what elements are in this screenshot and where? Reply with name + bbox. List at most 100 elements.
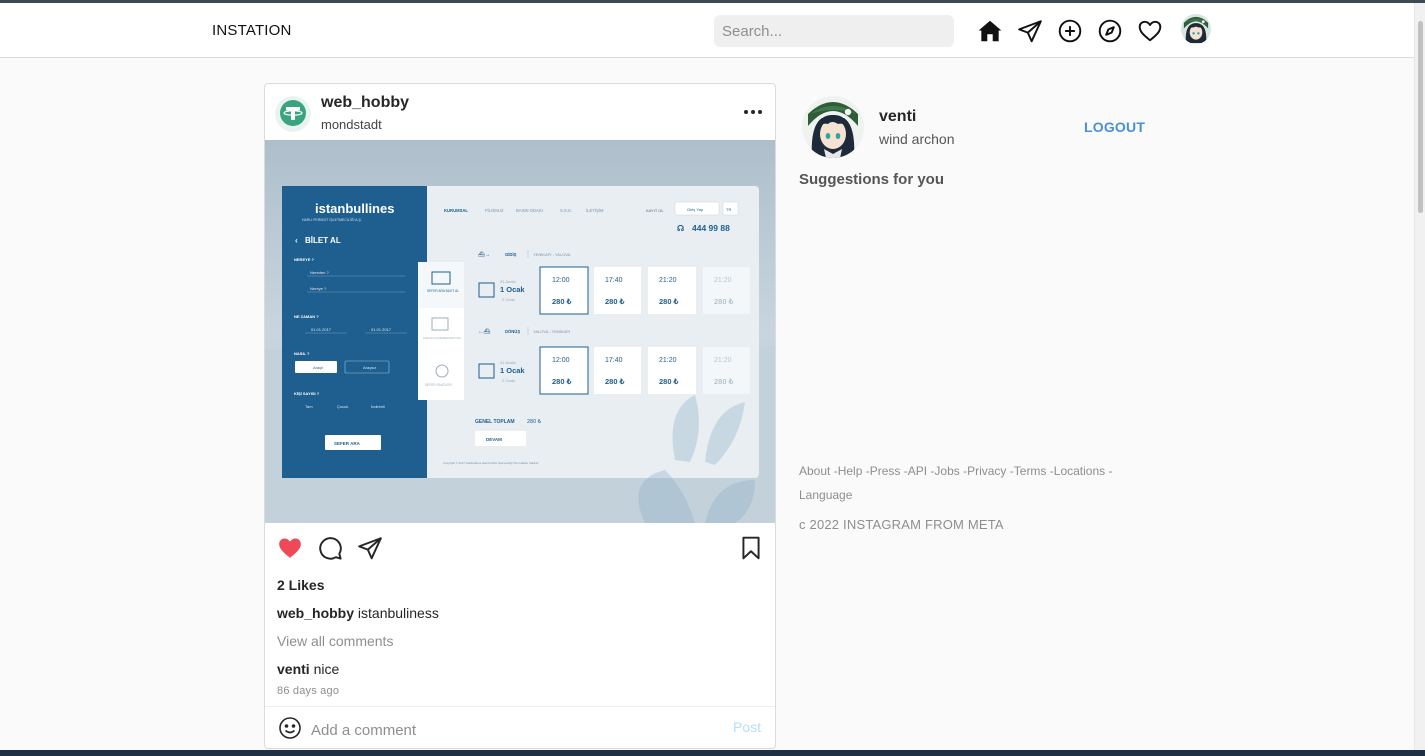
svg-text:280 ₺: 280 ₺ (659, 297, 680, 306)
sidebar-fullname: wind archon (879, 131, 955, 147)
mock-phone: 444 99 88 (692, 223, 730, 233)
footer-link-terms[interactable]: Terms - (1014, 464, 1054, 478)
suggestions-title: Suggestions for you (799, 171, 945, 188)
svg-text:12:00: 12:00 (552, 357, 570, 364)
activity-heart-icon[interactable] (1137, 18, 1163, 44)
footer-link-press[interactable]: Press - (870, 464, 908, 478)
mock-copyright: Copyright © 2017 İstanbullines Harli Fer… (443, 460, 539, 465)
mock-date1: 01.01.2017 (311, 327, 332, 332)
mock-from: Nereden ? (310, 270, 329, 275)
mock-p1: Tam (305, 404, 313, 409)
svg-text:280 ₺: 280 ₺ (552, 297, 573, 306)
mock-tab2: CHECK-IN REZERVASYON (423, 336, 461, 340)
mock-ret-next: 2 Ocak (502, 378, 515, 383)
mock-p3: İndirimli (371, 404, 385, 409)
svg-text:280 ₺: 280 ₺ (605, 377, 626, 386)
mock-logo-sub: HARLI FERIBOT İŞLETMECİLİĞİ A.Ş. (302, 217, 362, 222)
share-icon[interactable] (357, 535, 383, 561)
mock-go-prev: 31 Aralık (500, 279, 516, 284)
svg-text:12:00: 12:00 (552, 277, 570, 284)
mock-q-people: KİŞİ SAYISI ? (294, 391, 320, 396)
search-input[interactable] (714, 15, 954, 47)
mock-nav-1: FİLOMUZ (485, 208, 504, 213)
footer-link-jobs[interactable]: Jobs - (934, 464, 967, 478)
mock-to: Nereye ? (310, 286, 327, 291)
page-scrollbar[interactable] (1414, 3, 1425, 750)
svg-text:280 ₺: 280 ₺ (552, 377, 573, 386)
sidebar-avatar[interactable] (802, 96, 864, 158)
sidebar-username[interactable]: venti (879, 108, 916, 126)
mock-logo: istanbullines (315, 201, 394, 216)
new-post-icon[interactable] (1057, 18, 1083, 44)
mock-q-when: NE ZAMAN ? (294, 314, 319, 319)
mock-back-chevron: ‹ (295, 236, 298, 245)
comment-username[interactable]: venti (277, 661, 310, 677)
mock-total-label: GENEL TOPLAM (475, 419, 515, 425)
logout-button[interactable]: LOGOUT (1084, 119, 1145, 135)
svg-text:280 ₺: 280 ₺ (605, 297, 626, 306)
mock-date2: 01.01.2017 (371, 327, 392, 332)
footer-link-language[interactable]: Language (799, 488, 852, 502)
svg-text:←⛴: ←⛴ (478, 328, 491, 335)
post-comment-button[interactable]: Post (733, 719, 761, 735)
mock-return: DÖNÜŞ (505, 329, 520, 334)
mock-login: Giriş Yap (687, 207, 704, 212)
mock-lang: TR (726, 207, 731, 212)
post-timestamp: 86 days ago (277, 685, 340, 697)
svg-text:21:20: 21:20 (714, 357, 732, 364)
svg-text:17:40: 17:40 (605, 357, 623, 364)
profile-avatar[interactable] (1181, 14, 1211, 44)
svg-text:280 ₺: 280 ₺ (714, 377, 735, 386)
mock-ret-date: 1 Ocak (500, 366, 525, 375)
mock-go-route: YENİKAPI - YALOVA (533, 252, 571, 257)
svg-text:21:20: 21:20 (659, 277, 677, 284)
footer-copyright: c 2022 INSTAGRAM FROM META (799, 517, 1004, 532)
svg-text:⛴→: ⛴→ (478, 251, 490, 258)
footer-link-api[interactable]: API - (908, 464, 935, 478)
direct-message-icon[interactable] (1017, 18, 1043, 44)
mock-go-next: 2 Ocak (502, 297, 515, 302)
like-count[interactable]: 2 Likes (277, 577, 324, 593)
comment-text: nice (313, 661, 340, 677)
mock-nav-4: İLETİŞİM (586, 208, 604, 213)
post-author-username[interactable]: web_hobby (321, 94, 409, 112)
footer-link-privacy[interactable]: Privacy - (967, 464, 1014, 478)
mock-continue: DEVAM (486, 437, 502, 442)
mock-nav-0: KURUMSAL (444, 208, 468, 213)
mock-q-where: NEREYE ? (294, 257, 315, 262)
emoji-smiley-icon[interactable] (278, 716, 302, 740)
svg-text:21:20: 21:20 (714, 277, 732, 284)
brand-logo[interactable]: INSTATION (212, 22, 292, 39)
scrollbar-thumb[interactable] (1418, 21, 1423, 213)
mock-register: KAYIT OL (646, 208, 664, 213)
home-icon[interactable] (977, 18, 1003, 44)
mock-p2: Çocuk (337, 404, 348, 409)
mock-opt2: Araçsız (363, 365, 376, 370)
mock-tab1: SEFER ARA BİLET AL (427, 288, 459, 293)
svg-text:280 ₺: 280 ₺ (659, 377, 680, 386)
mock-q-how: NASIL ? (294, 351, 310, 356)
more-options-icon[interactable] (741, 102, 765, 122)
post-author-avatar[interactable] (275, 96, 311, 132)
comment-input[interactable] (309, 715, 713, 745)
explore-icon[interactable] (1097, 18, 1123, 44)
svg-text:21:20: 21:20 (659, 357, 677, 364)
post-caption: web_hobby istanbuliness (277, 605, 439, 621)
footer-link-locations[interactable]: Locations - (1054, 464, 1113, 478)
view-all-comments-link[interactable]: View all comments (277, 633, 393, 649)
comment-icon[interactable] (317, 535, 343, 561)
mock-opt1: Araçlı (313, 365, 323, 370)
footer-link-help[interactable]: Help - (838, 464, 870, 478)
mock-return-route: YALOVA - YENİKAPI (533, 329, 570, 334)
mock-total: 280 ₺ (527, 418, 542, 425)
mock-section-title: BİLET AL (305, 236, 341, 245)
post-location[interactable]: mondstadt (321, 117, 382, 132)
post-image[interactable]: istanbullines HARLI FERIBOT İŞLETMECİLİĞ… (265, 140, 775, 523)
svg-text:280 ₺: 280 ₺ (714, 297, 735, 306)
save-bookmark-icon[interactable] (738, 535, 764, 561)
footer-link-about[interactable]: About - (799, 464, 838, 478)
like-heart-icon[interactable] (277, 535, 303, 561)
mock-go: GİDİŞ (505, 252, 517, 257)
caption-username[interactable]: web_hobby (277, 605, 354, 621)
add-comment-bar: Post (265, 706, 775, 748)
